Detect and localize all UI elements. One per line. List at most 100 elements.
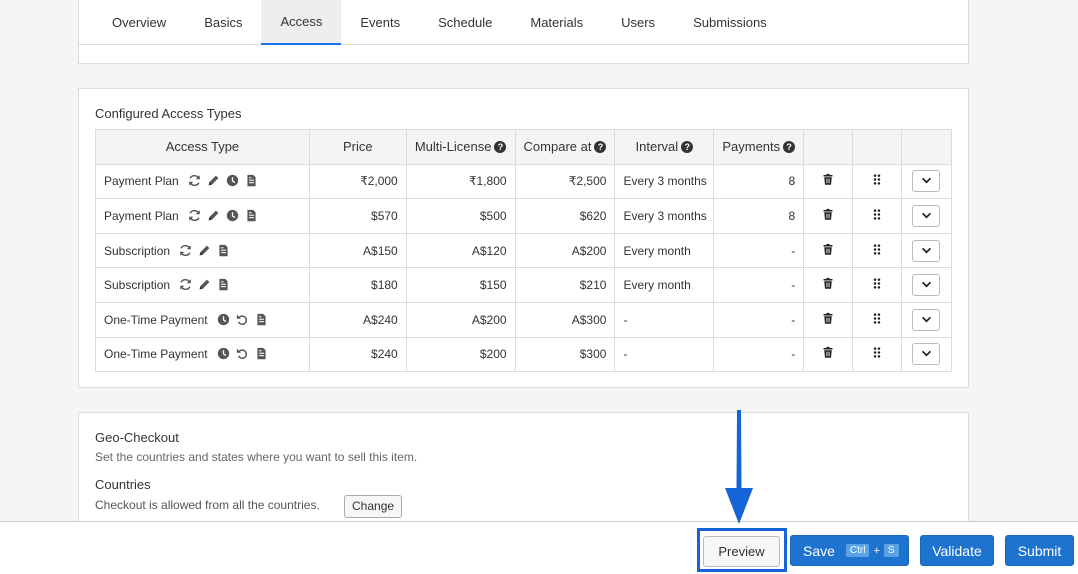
- tab-materials[interactable]: Materials: [511, 0, 602, 45]
- submit-button[interactable]: Submit: [1005, 535, 1074, 566]
- price-cell: A$240: [308, 301, 407, 338]
- table-row: Subscription $180 $150 $210 Every month -: [95, 267, 953, 303]
- tab-bar: Overview Basics Access Events Schedule Materi…: [79, 0, 968, 45]
- col-header-multi-license: Multi-License?: [405, 129, 516, 165]
- expand-row-button[interactable]: [912, 239, 941, 262]
- expand-row-button[interactable]: [912, 274, 941, 297]
- document-icon[interactable]: [255, 313, 268, 326]
- table-header-row: Access Type Price Multi-License? Compare…: [95, 129, 953, 165]
- expand-row-button[interactable]: [912, 343, 941, 366]
- tab-submissions[interactable]: Submissions: [674, 0, 786, 45]
- price-cell: $240: [308, 336, 407, 373]
- drag-handle-icon[interactable]: [873, 278, 881, 292]
- expand-cell: [900, 267, 953, 303]
- tab-overview[interactable]: Overview: [93, 0, 185, 45]
- document-icon[interactable]: [245, 209, 258, 222]
- pencil-icon[interactable]: [207, 209, 220, 222]
- multi-license-cell: $150: [405, 267, 516, 303]
- change-countries-button[interactable]: Change: [344, 495, 403, 518]
- table-row: Payment Plan $570 $500 $620 Every 3 months 8: [95, 198, 953, 234]
- drag-cell: [852, 301, 902, 338]
- access-type-name: Subscription: [104, 278, 171, 293]
- help-icon[interactable]: ?: [783, 141, 796, 154]
- trash-icon[interactable]: [822, 277, 834, 293]
- tab-access[interactable]: Access: [261, 0, 342, 45]
- document-icon[interactable]: [255, 347, 268, 360]
- interval-cell: Every month: [614, 267, 715, 303]
- compare-at-cell: $620: [514, 198, 616, 234]
- payments-cell: 8: [713, 198, 805, 234]
- payments-cell: -: [713, 267, 805, 303]
- drag-handle-icon[interactable]: [873, 243, 881, 258]
- tab-events[interactable]: Events: [341, 0, 419, 45]
- drag-cell: [852, 232, 902, 269]
- access-type-name: Subscription: [104, 243, 171, 258]
- expand-row-button[interactable]: [912, 170, 941, 193]
- document-icon[interactable]: [245, 174, 258, 187]
- expand-cell: [900, 232, 953, 269]
- expand-row-button[interactable]: [912, 204, 941, 227]
- delete-cell: [803, 336, 854, 373]
- trash-icon[interactable]: [822, 208, 834, 224]
- pencil-icon[interactable]: [198, 278, 211, 291]
- compare-at-cell: $210: [514, 267, 616, 303]
- delete-cell: [803, 163, 854, 200]
- document-icon[interactable]: [217, 278, 230, 291]
- access-type-name: Payment Plan: [104, 174, 179, 189]
- access-type-cell: Payment Plan: [95, 163, 310, 200]
- col-header-access-type: Access Type: [95, 129, 310, 165]
- trash-icon[interactable]: [822, 243, 834, 259]
- trash-icon[interactable]: [822, 312, 834, 328]
- clock-icon[interactable]: [217, 313, 230, 326]
- expand-row-button[interactable]: [912, 308, 941, 331]
- tab-basics[interactable]: Basics: [185, 0, 261, 45]
- trash-icon[interactable]: [822, 346, 834, 362]
- undo-icon[interactable]: [236, 347, 249, 360]
- interval-cell: Every 3 months: [614, 163, 715, 200]
- table-row: One-Time Payment $240 $200 $300- -: [95, 336, 953, 373]
- access-types-card: Configured Access Types Access Type Pric…: [78, 88, 969, 388]
- help-icon[interactable]: ?: [494, 141, 507, 154]
- access-types-table: Access Type Price Multi-License? Compare…: [95, 129, 953, 373]
- col-header-payments: Payments?: [713, 129, 805, 165]
- interval-cell: -: [614, 336, 715, 373]
- clock-icon[interactable]: [217, 347, 230, 360]
- undo-icon[interactable]: [236, 313, 249, 326]
- drag-handle-icon[interactable]: [873, 209, 881, 223]
- interval-cell: -: [614, 301, 715, 338]
- refresh-icon[interactable]: [179, 278, 192, 291]
- document-icon[interactable]: [217, 244, 230, 257]
- tab-schedule[interactable]: Schedule: [419, 0, 511, 45]
- shortcut-s-key: S: [883, 544, 899, 557]
- refresh-icon[interactable]: [179, 244, 192, 257]
- drag-handle-icon[interactable]: [873, 174, 881, 188]
- col-header-compare-at: Compare at?: [514, 129, 616, 165]
- access-type-cell: Payment Plan: [95, 198, 310, 234]
- validate-button[interactable]: Validate: [920, 535, 994, 566]
- tab-users[interactable]: Users: [602, 0, 674, 45]
- interval-cell: Every 3 months: [614, 198, 715, 234]
- refresh-icon[interactable]: [188, 209, 201, 222]
- clock-icon[interactable]: [226, 174, 239, 187]
- expand-cell: [900, 336, 953, 373]
- table-row: One-Time Payment A$240 A$200 A$300- -: [95, 301, 953, 338]
- help-icon[interactable]: ?: [681, 141, 694, 154]
- pencil-icon[interactable]: [198, 244, 211, 257]
- col-header-interval: Interval?: [614, 129, 715, 165]
- footer-action-bar: Preview Save Ctrl + S Validate Submit: [0, 521, 1078, 574]
- drag-handle-icon[interactable]: [873, 347, 881, 361]
- help-icon[interactable]: ?: [594, 141, 607, 154]
- preview-button[interactable]: Preview: [703, 536, 780, 567]
- access-type-cell: Subscription: [95, 232, 310, 269]
- drag-handle-icon[interactable]: [873, 313, 881, 327]
- multi-license-cell: $500: [405, 198, 516, 234]
- refresh-icon[interactable]: [188, 174, 201, 187]
- price-cell: $570: [308, 198, 407, 234]
- table-row: Subscription A$150 A$120 A$200 Every month -: [95, 232, 953, 269]
- pencil-icon[interactable]: [207, 174, 220, 187]
- save-button[interactable]: Save Ctrl + S: [790, 535, 909, 566]
- trash-icon[interactable]: [822, 173, 834, 189]
- expand-cell: [900, 163, 953, 200]
- price-cell: ₹2,000: [308, 163, 407, 200]
- clock-icon[interactable]: [226, 209, 239, 222]
